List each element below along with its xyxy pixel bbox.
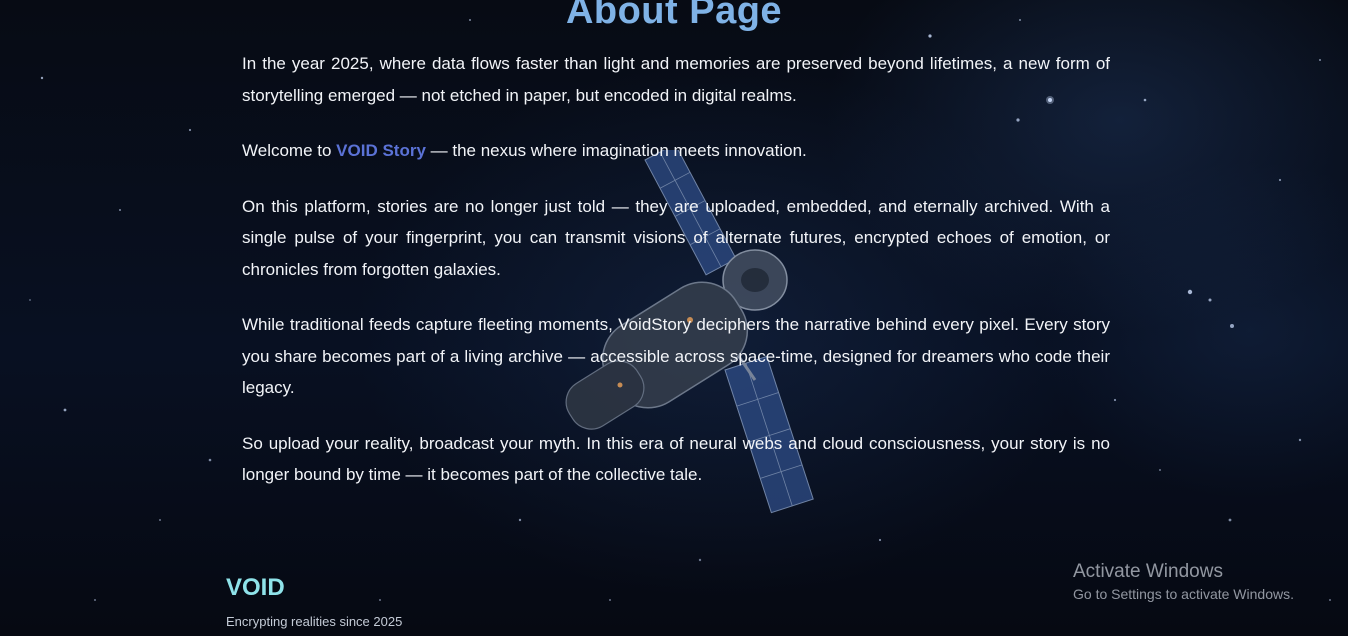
footer-tagline: Encrypting realities since 2025 [226, 614, 403, 629]
about-paragraph-welcome: Welcome to VOID Story — the nexus where … [242, 135, 1110, 167]
about-content: In the year 2025, where data flows faste… [242, 48, 1110, 515]
void-story-link[interactable]: VOID Story [336, 141, 426, 160]
about-paragraph-platform: On this platform, stories are no longer … [242, 196, 1110, 279]
windows-activation-watermark: Activate Windows Go to Settings to activ… [1073, 560, 1294, 604]
footer: VOID Encrypting realities since 2025 [226, 572, 402, 629]
about-paragraph-archive: While traditional feeds capture fleeting… [242, 315, 1110, 397]
welcome-text-tail: — the nexus where imagination meets inno… [425, 141, 807, 160]
activation-title: Activate Windows [1073, 561, 1223, 582]
about-paragraph-intro: In the year 2025, where data flows faste… [242, 54, 1110, 105]
activation-subtitle: Go to Settings to activate Windows. [1073, 586, 1294, 602]
welcome-text: Welcome to [242, 141, 337, 160]
about-paragraph-closing: So upload your reality, broadcast your m… [242, 433, 1110, 485]
footer-logo[interactable]: VOID [226, 572, 402, 604]
page-title: About Page [565, 0, 783, 32]
